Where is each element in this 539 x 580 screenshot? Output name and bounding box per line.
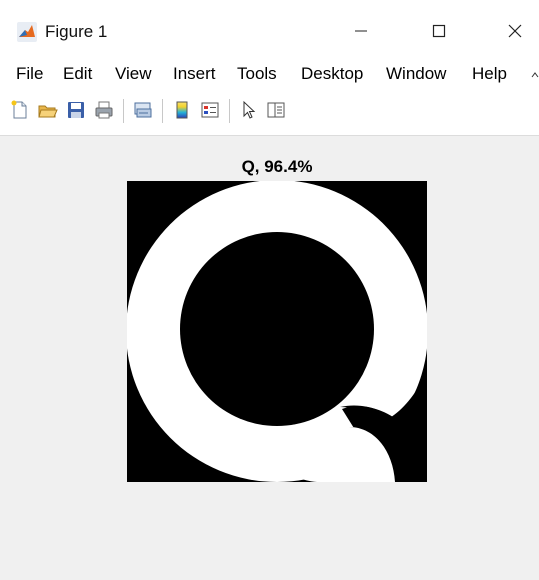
- toolbar-separator: [123, 99, 124, 123]
- toolbar-separator: [229, 99, 230, 123]
- maximize-icon: [432, 24, 446, 38]
- menu-view[interactable]: View: [115, 64, 152, 84]
- property-inspector-icon[interactable]: [266, 100, 286, 120]
- axes-title: Q, 96.4%: [241, 157, 313, 176]
- menu-window[interactable]: Window: [386, 64, 446, 84]
- image-display[interactable]: [126, 180, 428, 482]
- print-figure-icon[interactable]: [94, 100, 114, 120]
- menu-file[interactable]: File: [16, 64, 43, 84]
- new-figure-icon[interactable]: [10, 100, 30, 120]
- minimize-button[interactable]: [338, 12, 384, 50]
- close-icon: [508, 24, 522, 38]
- menu-overflow-icon[interactable]: [531, 71, 539, 79]
- insert-legend-icon[interactable]: [200, 100, 220, 120]
- toolbar-separator: [162, 99, 163, 123]
- save-figure-icon[interactable]: [66, 100, 86, 120]
- close-button[interactable]: [492, 12, 538, 50]
- edit-plot-arrow-icon[interactable]: [239, 100, 259, 120]
- letter-q-image: [126, 180, 428, 482]
- menu-desktop[interactable]: Desktop: [301, 64, 363, 84]
- menu-edit[interactable]: Edit: [63, 64, 92, 84]
- menu-bar: File Edit View Insert Tools Desktop Wind…: [0, 58, 539, 90]
- maximize-button[interactable]: [416, 12, 462, 50]
- menu-insert[interactable]: Insert: [173, 64, 216, 84]
- link-plot-icon[interactable]: [133, 100, 153, 120]
- menu-help[interactable]: Help: [472, 64, 507, 84]
- minimize-icon: [355, 30, 367, 32]
- matlab-logo-icon: [17, 22, 37, 42]
- figure-window: Figure 1 File Edit View Insert Tools Des…: [0, 0, 539, 580]
- open-file-icon[interactable]: [38, 100, 58, 120]
- menu-tools[interactable]: Tools: [237, 64, 277, 84]
- window-title: Figure 1: [45, 22, 108, 41]
- insert-colorbar-icon[interactable]: [172, 100, 192, 120]
- figure-toolbar: [0, 90, 539, 136]
- title-bar[interactable]: Figure 1: [0, 0, 539, 58]
